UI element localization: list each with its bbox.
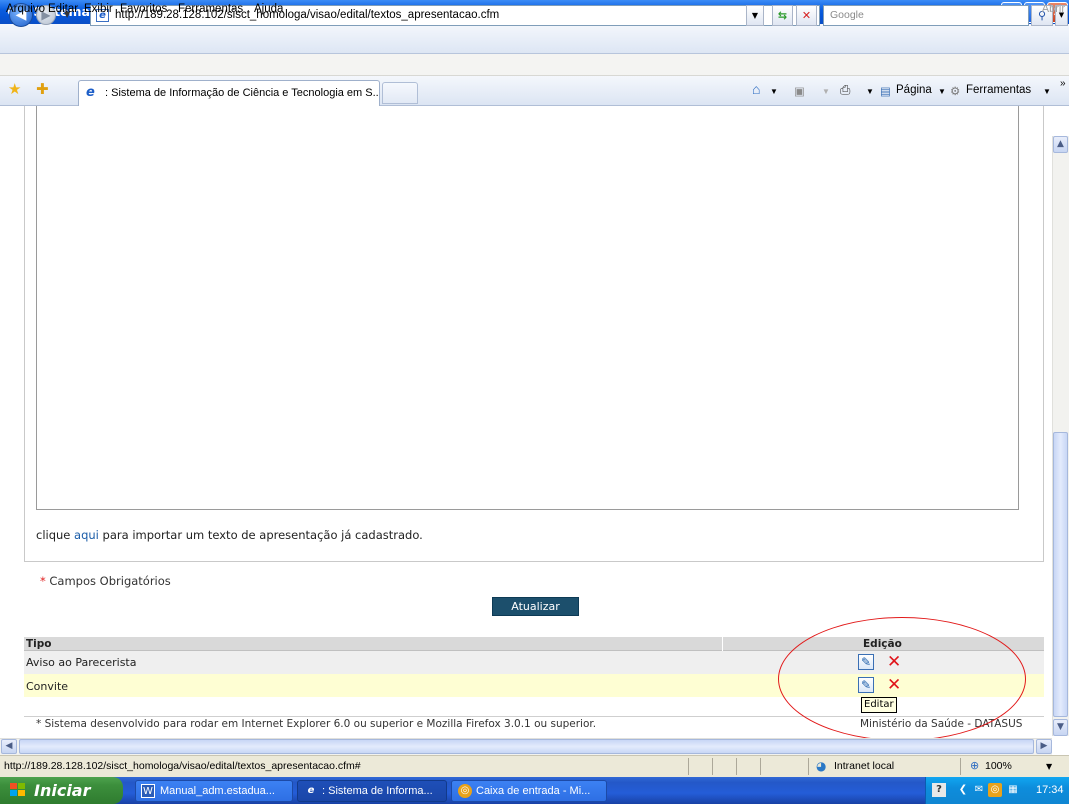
tab-ie-icon: e — [86, 85, 95, 100]
address-dropdown-icon[interactable]: ▼ — [746, 5, 764, 26]
menu-ferramentas[interactable]: Ferramentas — [178, 3, 243, 15]
refresh-icon[interactable]: ⇆ — [772, 5, 793, 26]
status-url: http://189.28.128.102/sisct_homologa/vis… — [4, 760, 361, 772]
scroll-left-icon[interactable]: ◀ — [1, 739, 17, 754]
horizontal-scroll-thumb[interactable] — [19, 739, 1034, 754]
menu-ajuda[interactable]: Ajuda — [254, 3, 283, 15]
clock: 17:34 — [1036, 784, 1064, 796]
scroll-down-icon[interactable]: ▼ — [1053, 719, 1068, 736]
menu-arquivo[interactable]: Arquivo — [6, 3, 45, 15]
chevron-more-icon[interactable]: » — [1060, 78, 1066, 89]
windows-logo-icon — [10, 783, 25, 796]
status-separator — [760, 758, 761, 775]
update-button[interactable]: Atualizar — [492, 597, 579, 616]
back-tray-icon[interactable]: ❮ — [956, 783, 970, 797]
outlook-tray-icon[interactable]: ◎ — [988, 783, 1002, 797]
search-input[interactable]: Google — [823, 5, 1029, 26]
intranet-zone-icon: ◕ — [816, 759, 827, 773]
taskbar-item-outlook[interactable]: Caixa de entrada - Mi... — [451, 780, 607, 802]
zoom-icon: ⊕ — [970, 759, 980, 772]
status-separator — [960, 758, 961, 775]
add-favorite-icon[interactable]: ✚ — [36, 80, 49, 98]
status-separator — [688, 758, 689, 775]
zoom-dropdown-icon[interactable]: ▼ — [1046, 762, 1052, 771]
import-prefix: clique — [36, 528, 75, 542]
required-text: Campos Obrigatórios — [45, 574, 171, 588]
column-divider — [722, 637, 723, 651]
tools-dropdown-icon[interactable]: ▼ — [1043, 87, 1051, 96]
help-tray-icon[interactable]: ? — [932, 783, 946, 797]
scroll-up-icon[interactable]: ▲ — [1053, 136, 1068, 153]
word-icon: W — [141, 784, 155, 798]
menu-abrir[interactable]: Abrir — [1042, 3, 1065, 15]
import-link[interactable]: aqui — [74, 528, 99, 542]
security-zone: Intranet local — [834, 760, 895, 772]
scroll-right-icon[interactable]: ▶ — [1036, 739, 1052, 754]
home-icon[interactable]: ⌂ — [752, 81, 760, 97]
menu-favoritos[interactable]: Favoritos — [120, 3, 167, 15]
presentation-textarea[interactable] — [36, 106, 1019, 510]
import-suffix: para importar um texto de apresentação j… — [98, 528, 423, 542]
network-tray-icon[interactable]: ▦ — [1006, 783, 1020, 797]
status-separator — [808, 758, 809, 775]
row-label: Convite — [26, 680, 69, 693]
tools-menu[interactable]: Ferramentas — [966, 84, 1031, 96]
column-header-tipo: Tipo — [26, 638, 52, 650]
zoom-level[interactable]: 100% — [985, 760, 1012, 772]
menu-editar[interactable]: Editar — [48, 3, 78, 15]
gear-icon: ⚙ — [950, 86, 961, 98]
menu-bar — [0, 54, 1069, 76]
taskbar-item-word[interactable]: Manual_adm.estadua... — [135, 780, 293, 802]
outlook-icon: ◎ — [458, 784, 472, 798]
page-menu-icon: ▤ — [880, 86, 891, 98]
home-dropdown-icon[interactable]: ▼ — [770, 87, 778, 96]
ie-icon: e — [307, 785, 315, 796]
footer-browser-note: * Sistema desenvolvido para rodar em Int… — [36, 718, 597, 730]
status-separator — [736, 758, 737, 775]
status-separator — [712, 758, 713, 775]
taskbar-item-ie[interactable]: : Sistema de Informa... — [297, 780, 447, 802]
row-label: Aviso ao Parecerista — [26, 656, 137, 669]
required-fields-note: * Campos Obrigatórios — [40, 574, 171, 588]
import-instruction: clique aqui para importar um texto de ap… — [36, 528, 423, 542]
page-menu[interactable]: Página — [896, 84, 932, 96]
mail-tray-icon[interactable]: ✉ — [972, 783, 986, 797]
address-toolbar — [0, 24, 1069, 54]
new-tab-button[interactable] — [382, 82, 418, 104]
print-dropdown-icon[interactable]: ▼ — [866, 87, 874, 96]
feeds-icon[interactable]: ▣ — [794, 84, 805, 98]
annotation-ellipse — [778, 617, 1026, 741]
feeds-dropdown-icon[interactable]: ▼ — [822, 87, 830, 96]
stop-icon[interactable]: ✕ — [796, 5, 817, 26]
tab-sistema[interactable]: : Sistema de Informação de Ciência e Tec… — [78, 80, 380, 106]
print-icon[interactable]: ⎙ — [840, 82, 850, 98]
page-dropdown-icon[interactable]: ▼ — [938, 87, 946, 96]
menu-exibir[interactable]: Exibir — [84, 3, 113, 15]
vertical-scroll-thumb[interactable] — [1053, 432, 1068, 717]
favorites-star-icon[interactable]: ★ — [8, 80, 21, 98]
